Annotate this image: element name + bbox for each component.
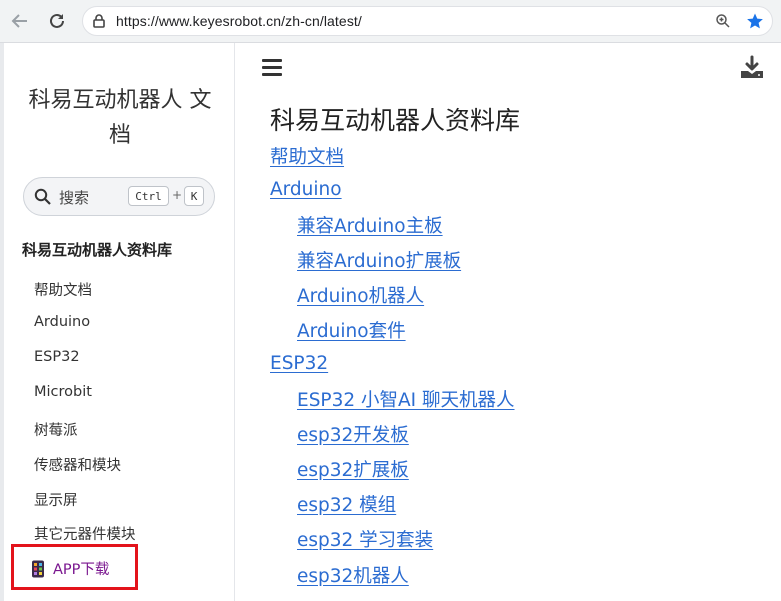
link-esp32-robots[interactable]: esp32机器人 bbox=[297, 562, 409, 588]
menu-toggle-button[interactable] bbox=[262, 59, 284, 77]
link-esp32-modules[interactable]: esp32 模组 bbox=[297, 491, 396, 517]
download-button[interactable] bbox=[739, 55, 765, 85]
site-title[interactable]: 科易互动机器人 文 档 bbox=[18, 83, 222, 153]
menu-bar-middle bbox=[262, 66, 282, 69]
search-icon bbox=[34, 188, 51, 205]
link-esp32-ai-chatbot[interactable]: ESP32 小智AI 聊天机器人 bbox=[297, 386, 515, 412]
page-title: 科易互动机器人资料库 bbox=[270, 106, 521, 135]
site-title-line2: 档 bbox=[108, 123, 131, 148]
link-arduino-shields[interactable]: 兼容Arduino扩展板 bbox=[297, 247, 461, 273]
back-button[interactable] bbox=[8, 9, 32, 33]
site-info-icon[interactable] bbox=[89, 11, 109, 31]
sidebar-item-sensors[interactable]: 传感器和模块 bbox=[34, 454, 121, 475]
shortcut-ctrl: Ctrl bbox=[128, 186, 169, 206]
bookmark-star-icon[interactable] bbox=[745, 11, 765, 31]
sidebar-item-esp32[interactable]: ESP32 bbox=[34, 349, 80, 365]
back-arrow-icon bbox=[11, 14, 27, 28]
link-arduino-robots[interactable]: Arduino机器人 bbox=[297, 282, 424, 308]
link-esp32[interactable]: ESP32 bbox=[270, 353, 328, 374]
sidebar-item-other-components[interactable]: 其它元器件模块 bbox=[34, 523, 136, 544]
link-arduino-boards[interactable]: 兼容Arduino主板 bbox=[297, 212, 443, 238]
search-placeholder: 搜索 bbox=[59, 189, 90, 207]
link-esp32-dev-boards[interactable]: esp32开发板 bbox=[297, 421, 409, 447]
menu-bar-top bbox=[262, 59, 282, 62]
sidebar: 科易互动机器人 文 档 搜索 Ctrl + K 科易互动机器人资料库 帮助文档 … bbox=[4, 43, 235, 601]
link-arduino-kits[interactable]: Arduino套件 bbox=[297, 317, 406, 343]
sidebar-item-microbit[interactable]: Microbit bbox=[34, 384, 92, 400]
url-text: https://www.keyesrobot.cn/zh-cn/latest/ bbox=[116, 13, 362, 29]
link-help[interactable]: 帮助文档 bbox=[270, 143, 344, 169]
zoom-icon[interactable] bbox=[713, 11, 733, 31]
reload-button[interactable] bbox=[45, 9, 69, 33]
link-esp32-learning-kits[interactable]: esp32 学习套装 bbox=[297, 526, 433, 552]
download-icon bbox=[741, 55, 763, 78]
shortcut-k: K bbox=[184, 186, 204, 206]
sidebar-item-raspberry-pi[interactable]: 树莓派 bbox=[34, 419, 78, 440]
search-button[interactable]: 搜索 Ctrl + K bbox=[23, 177, 215, 216]
sidebar-item-arduino[interactable]: Arduino bbox=[34, 314, 90, 330]
site-title-line1: 科易互动机器人 文 bbox=[28, 88, 212, 113]
main-content: 科易互动机器人资料库 帮助文档 Arduino 兼容Arduino主板 兼容Ar… bbox=[235, 43, 781, 601]
browser-toolbar: https://www.keyesrobot.cn/zh-cn/latest/ bbox=[0, 0, 781, 43]
shortcut-plus: + bbox=[172, 188, 183, 202]
reload-icon bbox=[50, 13, 64, 28]
link-arduino[interactable]: Arduino bbox=[270, 179, 342, 200]
link-esp32-shields[interactable]: esp32扩展板 bbox=[297, 456, 409, 482]
sidebar-item-display[interactable]: 显示屏 bbox=[34, 489, 78, 510]
highlight-box bbox=[11, 544, 138, 590]
sidebar-caption: 科易互动机器人资料库 bbox=[22, 241, 173, 259]
menu-bar-bottom bbox=[262, 73, 282, 76]
address-bar[interactable]: https://www.keyesrobot.cn/zh-cn/latest/ bbox=[82, 6, 773, 36]
sidebar-item-help[interactable]: 帮助文档 bbox=[34, 279, 92, 300]
